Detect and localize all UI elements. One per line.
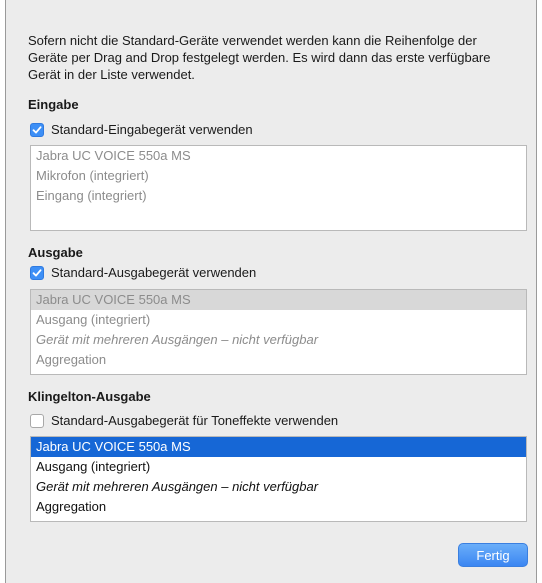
default-ringtone-checkbox[interactable]	[30, 414, 44, 428]
intro-text: Sofern nicht die Standard-Geräte verwend…	[28, 33, 491, 82]
ringtone-device-list[interactable]: Jabra UC VOICE 550a MS Ausgang (integrie…	[30, 436, 527, 522]
default-input-checkbox-row[interactable]: Standard-Eingabegerät verwenden	[30, 121, 253, 139]
default-output-checkbox[interactable]	[30, 266, 44, 280]
output-device-list[interactable]: Jabra UC VOICE 550a MS Ausgang (integrie…	[30, 289, 527, 375]
list-item[interactable]: Jabra UC VOICE 550a MS	[31, 146, 526, 166]
list-item[interactable]: Jabra UC VOICE 550a MS	[31, 437, 526, 457]
default-input-checkbox-label: Standard-Eingabegerät verwenden	[51, 122, 253, 137]
list-item[interactable]: Aggregation	[31, 497, 526, 517]
checkmark-icon	[32, 269, 42, 277]
checkmark-icon	[32, 126, 42, 134]
list-item[interactable]: Jabra UC VOICE 550a MS	[31, 290, 526, 310]
default-ringtone-checkbox-row[interactable]: Standard-Ausgabegerät für Toneffekte ver…	[30, 412, 338, 430]
list-item[interactable]: Eingang (integriert)	[31, 186, 526, 206]
list-item[interactable]: Gerät mit mehreren Ausgängen – nicht ver…	[31, 477, 526, 497]
list-item[interactable]: Ausgang (integriert)	[31, 310, 526, 330]
section-title-output: Ausgabe	[28, 245, 83, 260]
list-item[interactable]: Aggregation	[31, 350, 526, 370]
default-ringtone-checkbox-label: Standard-Ausgabegerät für Toneffekte ver…	[51, 413, 339, 428]
default-output-checkbox-label: Standard-Ausgabegerät verwenden	[51, 265, 257, 280]
section-title-input: Eingabe	[28, 97, 79, 112]
audio-devices-sheet: Sofern nicht die Standard-Geräte verwend…	[5, 0, 537, 583]
default-input-checkbox[interactable]	[30, 123, 44, 137]
section-title-ringtone: Klingelton-Ausgabe	[28, 389, 151, 404]
list-item[interactable]: Gerät mit mehreren Ausgängen – nicht ver…	[31, 330, 526, 350]
list-item[interactable]: Ausgang (integriert)	[31, 457, 526, 477]
default-output-checkbox-row[interactable]: Standard-Ausgabegerät verwenden	[30, 264, 256, 282]
input-device-list[interactable]: Jabra UC VOICE 550a MS Mikrofon (integri…	[30, 145, 527, 231]
list-item[interactable]: Mikrofon (integriert)	[31, 166, 526, 186]
done-button[interactable]: Fertig	[458, 543, 528, 567]
